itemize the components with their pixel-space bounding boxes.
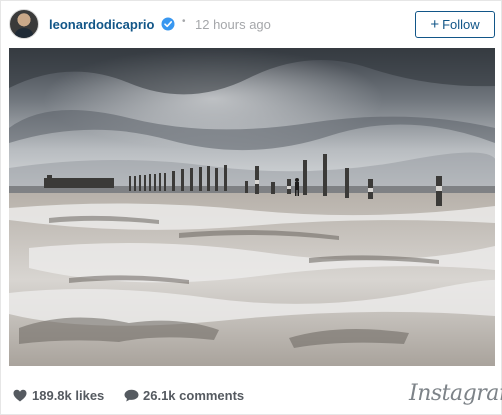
plus-icon: + — [430, 16, 440, 33]
instagram-logo[interactable]: Instagram — [409, 381, 502, 406]
comments-count[interactable]: 26.1k comments — [143, 388, 244, 403]
follow-button[interactable]: + Follow — [415, 11, 495, 38]
heart-icon[interactable] — [13, 389, 27, 402]
profile-avatar[interactable] — [9, 9, 39, 39]
post-timestamp[interactable]: 12 hours ago — [195, 17, 271, 32]
follow-label: Follow — [442, 17, 480, 32]
username-link[interactable]: leonardodicaprio — [49, 17, 154, 32]
instagram-embed-card: leonardodicaprio • 12 hours ago + Follow — [0, 0, 502, 415]
likes-count[interactable]: 189.8k likes — [32, 388, 104, 403]
post-photo[interactable] — [9, 48, 495, 366]
speech-bubble-icon[interactable] — [124, 389, 139, 402]
post-header: leonardodicaprio • 12 hours ago + Follow — [1, 1, 501, 48]
salt-flats-image — [9, 48, 495, 366]
post-footer: 189.8k likes 26.1k comments Instagram — [1, 369, 502, 414]
verified-badge-icon — [161, 17, 175, 31]
separator-dot: • — [182, 16, 186, 27]
